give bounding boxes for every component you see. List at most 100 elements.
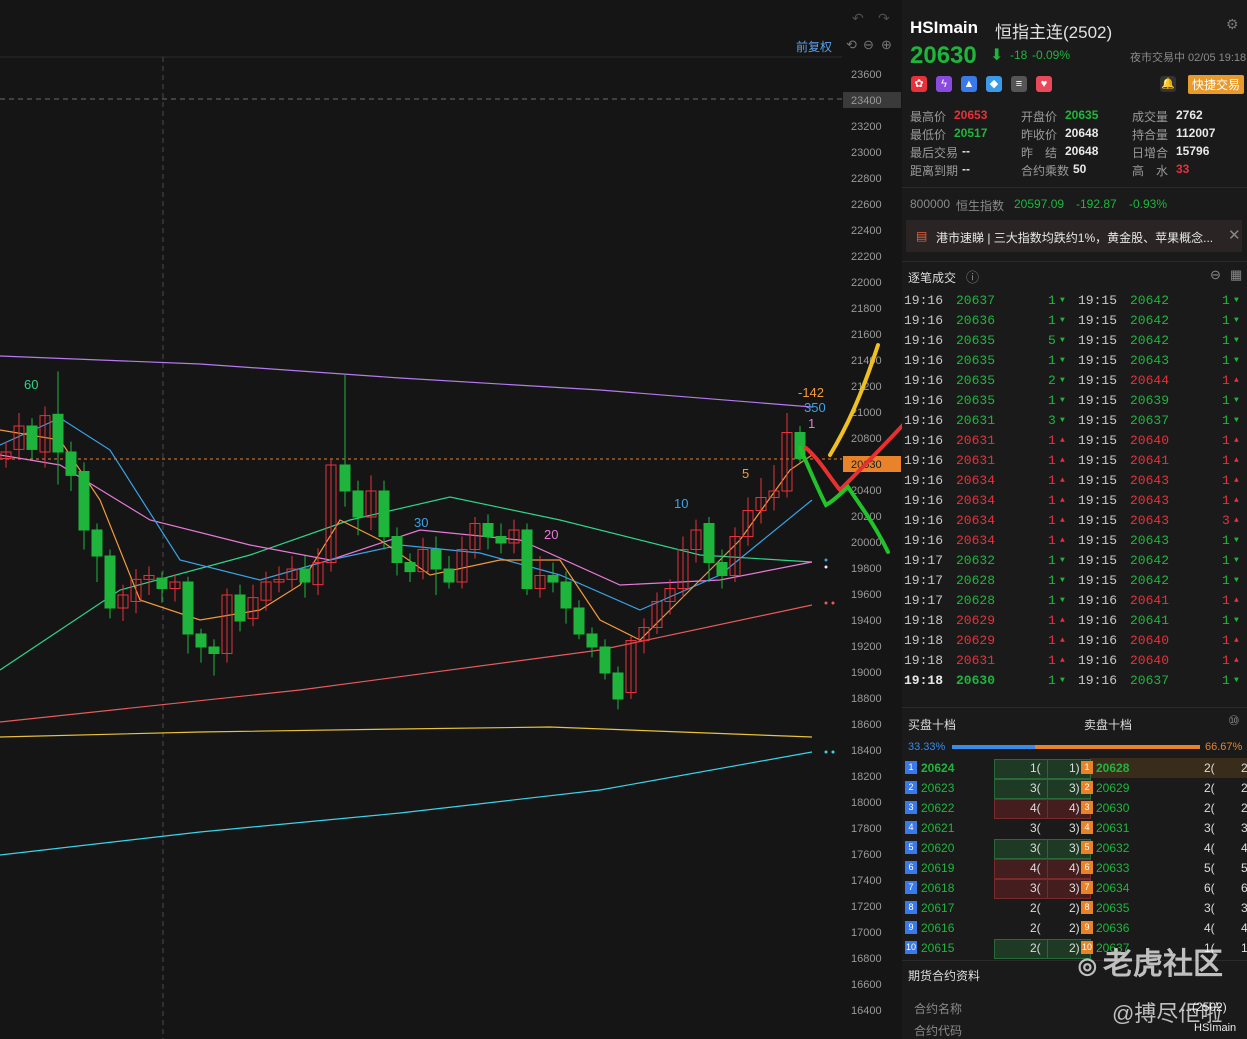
- candle-down: [703, 523, 715, 563]
- adjust-toggle[interactable]: 前复权: [796, 38, 832, 55]
- candle-down: [26, 425, 38, 450]
- tick-up-icon: ▲: [1060, 516, 1065, 525]
- ask-price: 20636: [1096, 921, 1130, 935]
- ask-level: 2: [1081, 781, 1093, 794]
- quick-trade-button[interactable]: 快捷交易: [1188, 75, 1245, 94]
- bid-price: 20623: [921, 781, 955, 795]
- bid-price: 20617: [921, 901, 955, 915]
- bid-level: 4: [905, 821, 917, 834]
- chart-tool-icon[interactable]: ▲: [961, 76, 977, 92]
- note-icon[interactable]: ≡: [1011, 76, 1027, 92]
- tick-time: 19:16: [1078, 593, 1118, 608]
- tick-qty: 1: [1222, 493, 1230, 508]
- hk-flag-icon[interactable]: ✿: [911, 76, 927, 92]
- zoom-in-icon[interactable]: ⊕: [881, 37, 892, 53]
- price-change: -18: [1010, 48, 1028, 62]
- stat-value: --: [962, 144, 970, 158]
- lightning-icon[interactable]: ϟ: [936, 76, 952, 92]
- bid-price: 20620: [921, 841, 955, 855]
- tick-down-icon: ▼: [1060, 576, 1065, 585]
- tick-time: 19:15: [1078, 553, 1118, 568]
- bid-level: 3: [905, 801, 917, 814]
- reset-icon[interactable]: ⟲: [846, 37, 857, 53]
- bid-qty-total: 3): [1069, 841, 1080, 855]
- tick-time: 19:15: [1078, 373, 1118, 388]
- bid-qty: 2(: [1030, 901, 1041, 915]
- bid-qty-total: 3): [1069, 821, 1080, 835]
- ma10-label: 10: [674, 496, 688, 511]
- tick-up-icon: ▲: [1060, 616, 1065, 625]
- tick-time: 19:16: [904, 473, 944, 488]
- ask-level: 6: [1081, 861, 1093, 874]
- y-tick-label: 20800: [851, 433, 882, 445]
- tick-price: 20635: [956, 393, 996, 408]
- tag-icon[interactable]: ◆: [986, 76, 1002, 92]
- candle-down: [404, 562, 416, 573]
- news-icon: ▤: [916, 229, 928, 243]
- book-row: 5 20620 3(3) 5 20632 4(4: [902, 838, 1247, 859]
- tick-time: 19:17: [904, 553, 944, 568]
- stat-label: 最低价: [910, 128, 947, 142]
- redo-icon[interactable]: ↷: [878, 10, 890, 27]
- collapse-icon[interactable]: ⊖: [1210, 267, 1221, 283]
- tick-qty: 1: [1222, 313, 1230, 328]
- tick-price: 20643: [1130, 473, 1170, 488]
- stat-value: 20648: [1065, 144, 1099, 158]
- tick-qty: 1: [1048, 533, 1056, 548]
- tick-time: 19:17: [904, 573, 944, 588]
- tick-time: 19:15: [1078, 453, 1118, 468]
- tick-row: 19:16 20631 1 ▲ 19:15 20641 1 ▲: [902, 451, 1247, 471]
- kline-chart[interactable]: 23600 23400 23200 23000 22800 22600 22400 22200…: [0, 0, 902, 1039]
- tick-row: 19:16 20635 5 ▼ 19:15 20642 1 ▼: [902, 331, 1247, 351]
- alert-bell-icon[interactable]: 🔔: [1160, 76, 1176, 92]
- layout-grid-icon[interactable]: ▦: [1230, 267, 1242, 283]
- index-name[interactable]: 恒生指数: [956, 197, 1004, 214]
- news-banner[interactable]: ▤ 港市速睇 | 三大指数均跌约1%，黄金股、苹果概念... ✕: [906, 220, 1242, 252]
- marker-dot: [824, 601, 828, 605]
- tick-down-icon: ▼: [1234, 416, 1239, 425]
- tick-time: 19:15: [1078, 313, 1118, 328]
- contract-name: 恒指主连(2502): [995, 23, 1113, 42]
- kline-chart-svg[interactable]: 23600 23400 23200 23000 22800 22600 22400 22200…: [0, 0, 902, 1039]
- favorite-heart-icon[interactable]: ♥: [1036, 76, 1052, 92]
- ask-price: 20630: [1096, 801, 1130, 815]
- tick-up-icon: ▲: [1234, 376, 1239, 385]
- brand-watermark: ◎ 老虎社区: [1078, 939, 1223, 983]
- ask-price: 20631: [1096, 821, 1130, 835]
- annotation-350: 350: [804, 400, 826, 415]
- y-tick-label: 17400: [851, 875, 882, 887]
- ma20-label: 20: [544, 527, 558, 542]
- tick-qty: 1: [1048, 553, 1056, 568]
- tick-qty: 1: [1222, 473, 1230, 488]
- tick-up-icon: ▲: [1234, 636, 1239, 645]
- ma60-label: 60: [24, 377, 38, 392]
- ask-price: 20634: [1096, 881, 1130, 895]
- tick-down-icon: ▼: [1060, 356, 1065, 365]
- settings-icon[interactable]: ⚙: [1226, 16, 1239, 33]
- y-tick-label: 21600: [851, 329, 882, 341]
- ask-qty-total: 2: [1241, 781, 1247, 795]
- depth-toggle-icon[interactable]: ⑩: [1228, 713, 1240, 729]
- zoom-out-icon[interactable]: ⊖: [863, 37, 874, 53]
- tick-price: 20631: [956, 433, 996, 448]
- candle-down: [208, 646, 220, 654]
- tick-qty: 1: [1048, 493, 1056, 508]
- undo-icon[interactable]: ↶: [852, 10, 864, 27]
- ask-level: 7: [1081, 881, 1093, 894]
- tick-price: 20628: [956, 573, 996, 588]
- close-icon[interactable]: ✕: [1228, 226, 1241, 244]
- tick-price: 20642: [1130, 573, 1170, 588]
- candle-down: [391, 536, 403, 563]
- tick-price: 20631: [956, 653, 996, 668]
- bid-price: 20616: [921, 921, 955, 935]
- candle-down: [521, 529, 533, 589]
- tick-qty: 3: [1048, 413, 1056, 428]
- tick-down-icon: ▼: [1234, 676, 1239, 685]
- bid-level: 7: [905, 881, 917, 894]
- tick-up-icon: ▲: [1234, 436, 1239, 445]
- candle-down: [91, 529, 103, 557]
- tick-row: 19:16 20635 2 ▼ 19:15 20644 1 ▲: [902, 371, 1247, 391]
- y-tick-label: 22000: [851, 277, 882, 289]
- news-text[interactable]: 港市速睇 | 三大指数均跌约1%，黄金股、苹果概念...: [936, 229, 1213, 246]
- info-icon[interactable]: ⓘ: [966, 267, 979, 286]
